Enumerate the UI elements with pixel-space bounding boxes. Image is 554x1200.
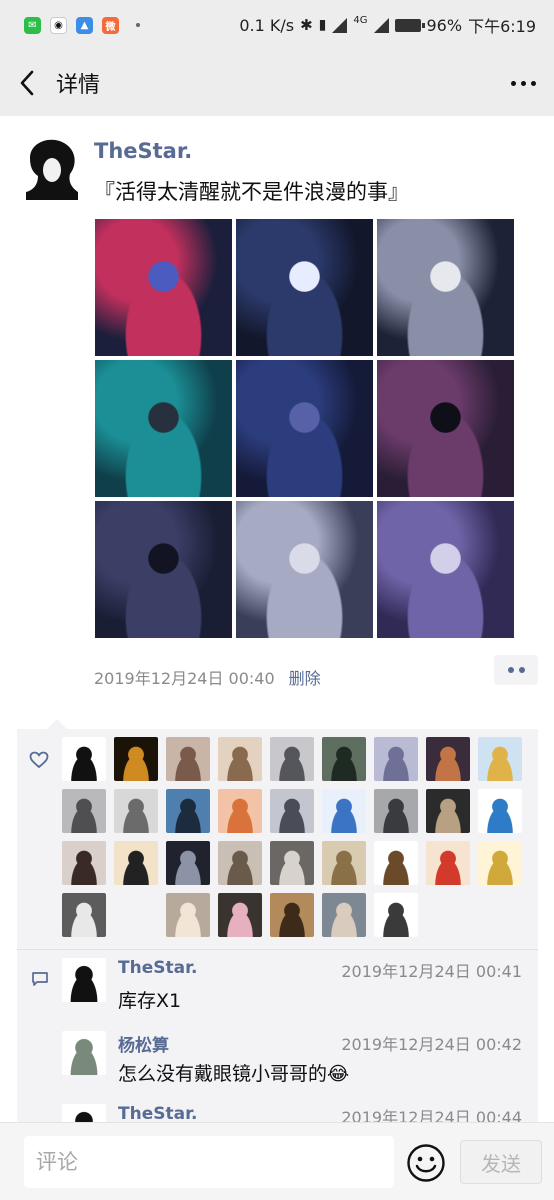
interactions-panel: TheStar. 2019年12月24日 00:41 库存X1 杨松算 2019年12月…	[17, 719, 538, 1149]
liker-avatar[interactable]	[114, 893, 158, 937]
liker-avatar[interactable]	[218, 841, 262, 885]
liker-avatar[interactable]	[114, 737, 158, 781]
liker-avatar[interactable]	[114, 789, 158, 833]
more-options-icon[interactable]	[492, 50, 554, 116]
battery-level: 96%	[426, 15, 463, 35]
bluetooth-icon: ✱	[300, 16, 313, 34]
send-button[interactable]: 发送	[460, 1140, 542, 1184]
photo-3[interactable]	[377, 219, 514, 356]
liker-avatar[interactable]	[374, 841, 418, 885]
liker-avatar[interactable]	[62, 737, 106, 781]
post-text: 『活得太清醒就不是件浪漫的事』	[94, 180, 409, 204]
comment-input[interactable]	[24, 1136, 394, 1188]
system-status: 0.1 K/s ✱ ▮ 4G 96% 下午6:19	[239, 13, 536, 37]
network-speed: 0.1 K/s	[239, 15, 295, 35]
photo-7[interactable]	[95, 501, 232, 638]
photo-5[interactable]	[236, 360, 373, 497]
liker-avatar[interactable]	[62, 841, 106, 885]
liker-avatar[interactable]	[166, 841, 210, 885]
liker-avatar[interactable]	[426, 737, 470, 781]
liker-avatar[interactable]	[62, 789, 106, 833]
signal-icon	[373, 17, 389, 33]
liker-avatar[interactable]	[218, 737, 262, 781]
panel-caret	[47, 719, 67, 729]
liker-avatar[interactable]	[426, 789, 470, 833]
liker-avatar[interactable]	[62, 893, 106, 937]
wechat-icon: ✉	[24, 16, 41, 34]
comment-text: 库存X1	[118, 990, 182, 1012]
panel-divider	[17, 949, 538, 950]
author-name[interactable]: TheStar.	[94, 139, 192, 163]
liker-avatar[interactable]	[166, 789, 210, 833]
comment-text: 怎么没有戴眼镜小哥哥的😂	[118, 1063, 350, 1085]
liker-avatar[interactable]	[114, 841, 158, 885]
weibo-icon: 微	[102, 16, 119, 34]
liker-avatar[interactable]	[270, 789, 314, 833]
liker-avatar[interactable]	[218, 789, 262, 833]
status-bar: ✉ ◉ ▲ 微 0.1 K/s ✱ ▮ 4G 96% 下午6:19	[0, 0, 554, 50]
comment-icon	[31, 971, 49, 991]
liker-avatar[interactable]	[322, 789, 366, 833]
comment-bar: 发送	[0, 1122, 554, 1200]
comment-time: 2019年12月24日 00:41	[341, 962, 522, 981]
liker-avatar[interactable]	[270, 737, 314, 781]
commenter-name[interactable]: TheStar.	[118, 958, 198, 978]
photo-grid	[95, 219, 515, 638]
photo-2[interactable]	[236, 219, 373, 356]
photo-6[interactable]	[377, 360, 514, 497]
comment-item[interactable]: 杨松算 2019年12月24日 00:42 怎么没有戴眼镜小哥哥的😂	[62, 1031, 522, 1095]
photo-8[interactable]	[236, 501, 373, 638]
liker-avatar[interactable]	[374, 789, 418, 833]
commenter-name[interactable]: TheStar.	[118, 1104, 198, 1124]
comment-item[interactable]: TheStar. 2019年12月24日 00:41 库存X1	[62, 958, 522, 1022]
clock: 下午6:19	[468, 17, 536, 36]
liker-avatar[interactable]	[374, 737, 418, 781]
notification-icons: ✉ ◉ ▲ 微	[24, 16, 140, 34]
delete-link[interactable]: 删除	[289, 665, 321, 689]
post-date: 2019年12月24日 00:40	[94, 669, 275, 688]
commenter-name[interactable]: 杨松算	[118, 1031, 169, 1056]
liker-avatar[interactable]	[374, 893, 418, 937]
liker-avatar[interactable]	[166, 893, 210, 937]
photo-4[interactable]	[95, 360, 232, 497]
back-icon[interactable]	[0, 50, 54, 116]
heart-icon	[29, 751, 49, 773]
photo-9[interactable]	[377, 501, 514, 638]
app-icon: ▲	[76, 16, 93, 34]
page-title: 详情	[56, 73, 101, 98]
photo-1[interactable]	[95, 219, 232, 356]
signal-icon	[332, 17, 348, 33]
liker-avatar[interactable]	[218, 893, 262, 937]
author-avatar[interactable]	[20, 136, 84, 200]
comment-time: 2019年12月24日 00:42	[341, 1035, 522, 1054]
liker-avatar[interactable]	[478, 737, 522, 781]
commenter-avatar[interactable]	[62, 958, 106, 1002]
commenter-avatar[interactable]	[62, 1031, 106, 1075]
more-notifications-icon	[136, 23, 140, 27]
liker-avatar[interactable]	[322, 737, 366, 781]
liker-avatar[interactable]	[426, 841, 470, 885]
liker-avatar[interactable]	[478, 841, 522, 885]
nav-bar: 详情	[0, 50, 554, 116]
liker-avatar[interactable]	[270, 893, 314, 937]
battery-icon	[394, 18, 425, 32]
qq-icon: ◉	[50, 16, 67, 34]
liker-avatar[interactable]	[166, 737, 210, 781]
post-meta: 2019年12月24日 00:40 删除	[94, 665, 321, 689]
liker-avatar[interactable]	[270, 841, 314, 885]
liker-avatar[interactable]	[322, 893, 366, 937]
likers-list	[62, 737, 532, 937]
network-type: 4G	[353, 15, 368, 26]
liker-avatar[interactable]	[322, 841, 366, 885]
liker-avatar[interactable]	[478, 789, 522, 833]
emoji-icon[interactable]	[406, 1143, 446, 1183]
like-comment-button[interactable]	[494, 655, 538, 685]
vibrate-icon: ▮	[318, 17, 327, 33]
